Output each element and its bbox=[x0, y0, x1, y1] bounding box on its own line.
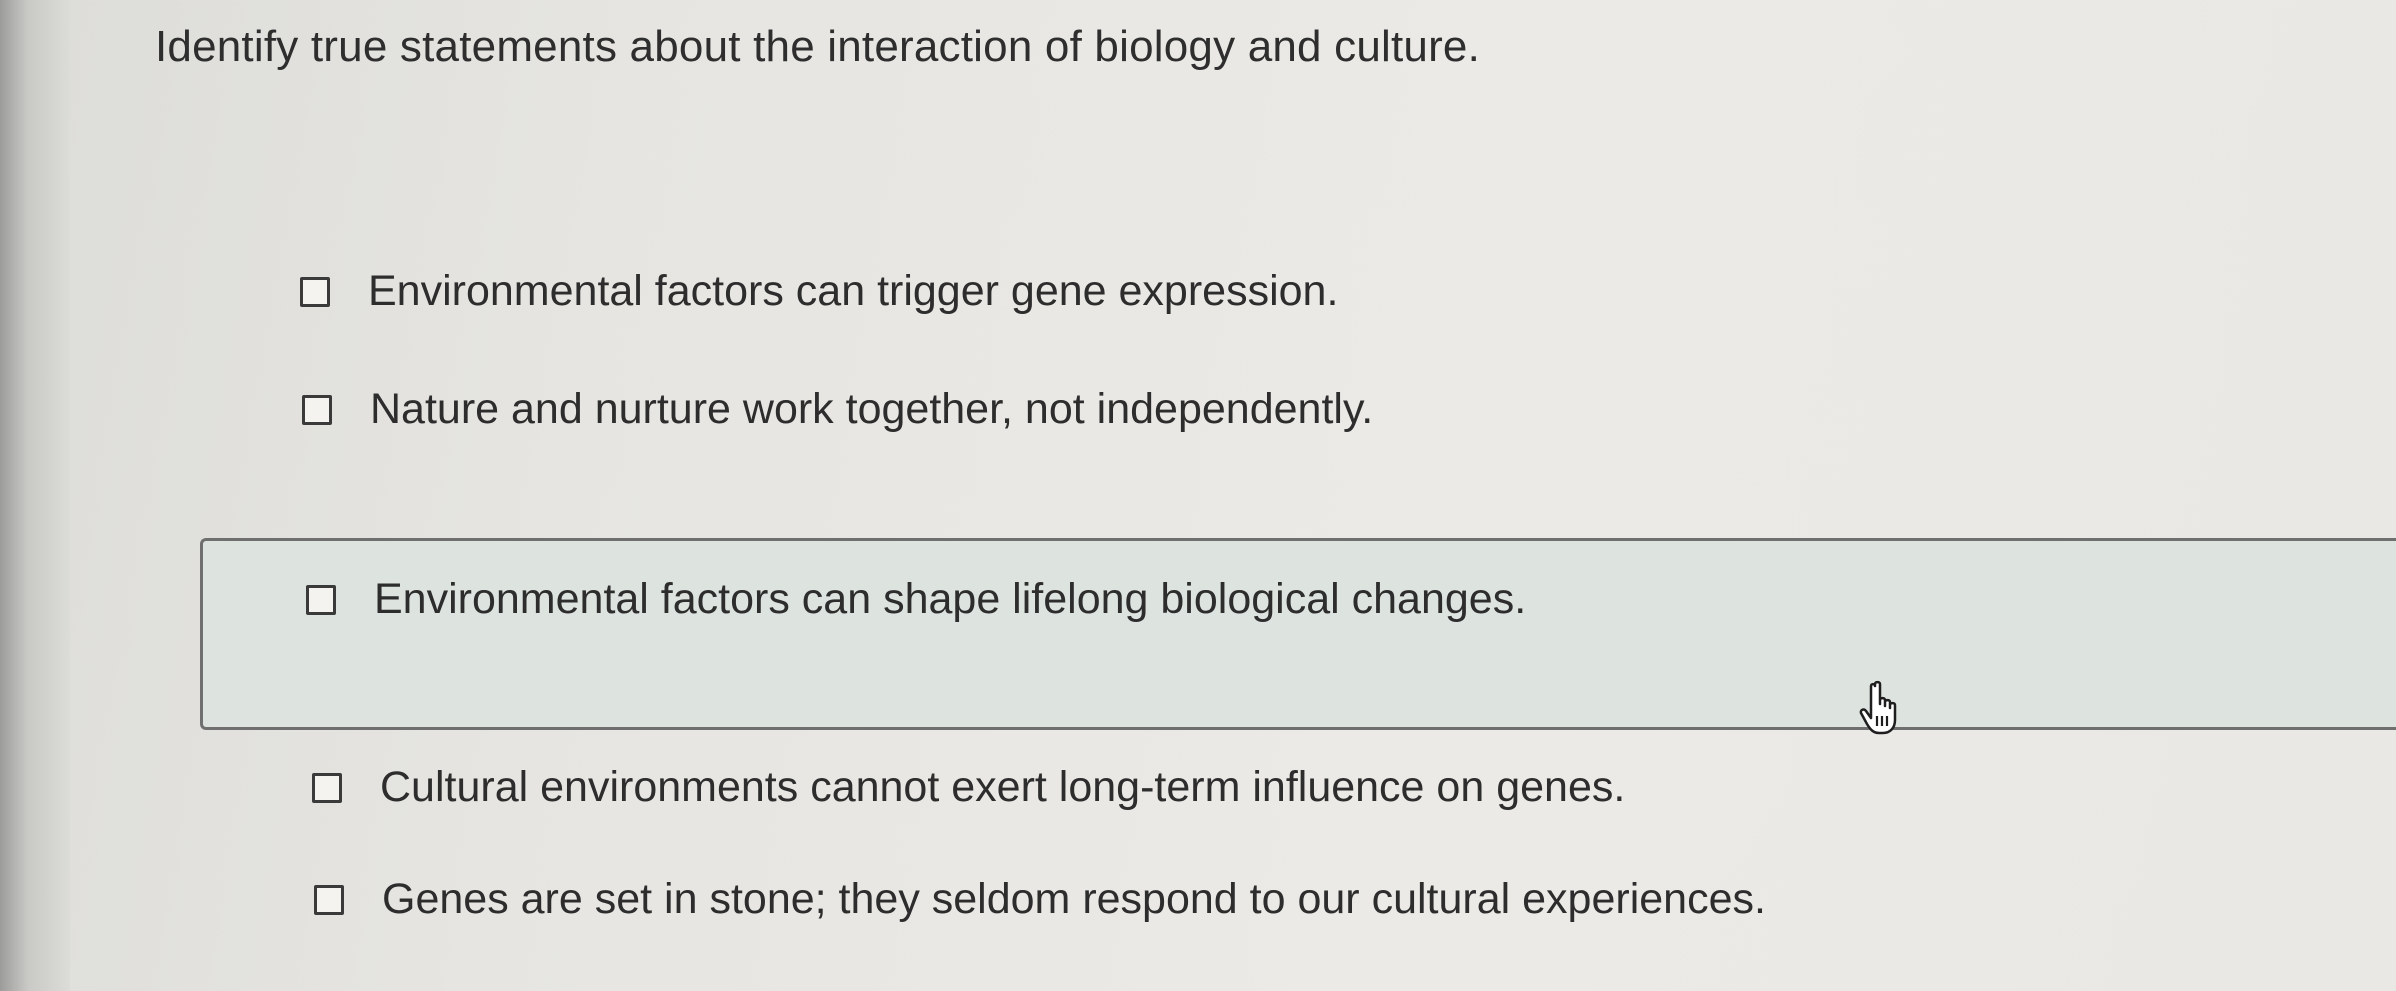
option-lifelong-changes[interactable]: Environmental factors can shape lifelong… bbox=[306, 575, 1526, 624]
option-checkbox[interactable] bbox=[300, 276, 330, 307]
hand-pointer-icon bbox=[1859, 680, 1897, 735]
option-label: Environmental factors can shape lifelong… bbox=[374, 575, 1527, 623]
option-environmental-trigger[interactable]: Environmental factors can trigger gene e… bbox=[300, 267, 1338, 316]
option-cultural-no-influence[interactable]: Cultural environments cannot exert long-… bbox=[312, 763, 1625, 812]
option-checkbox[interactable] bbox=[312, 772, 342, 803]
option-checkbox[interactable] bbox=[306, 584, 336, 615]
option-checkbox[interactable] bbox=[314, 884, 344, 915]
option-label: Environmental factors can trigger gene e… bbox=[368, 267, 1339, 315]
option-nature-nurture[interactable]: Nature and nurture work together, not in… bbox=[302, 385, 1373, 434]
option-label: Nature and nurture work together, not in… bbox=[370, 385, 1374, 433]
option-genes-set-in-stone[interactable]: Genes are set in stone; they seldom resp… bbox=[314, 875, 1766, 924]
option-label: Genes are set in stone; they seldom resp… bbox=[382, 875, 1766, 923]
screen-left-edge bbox=[0, 0, 70, 991]
option-checkbox[interactable] bbox=[302, 394, 332, 425]
option-hover-highlight bbox=[200, 538, 2396, 730]
question-prompt: Identify true statements about the inter… bbox=[155, 22, 1481, 71]
option-label: Cultural environments cannot exert long-… bbox=[380, 763, 1626, 811]
